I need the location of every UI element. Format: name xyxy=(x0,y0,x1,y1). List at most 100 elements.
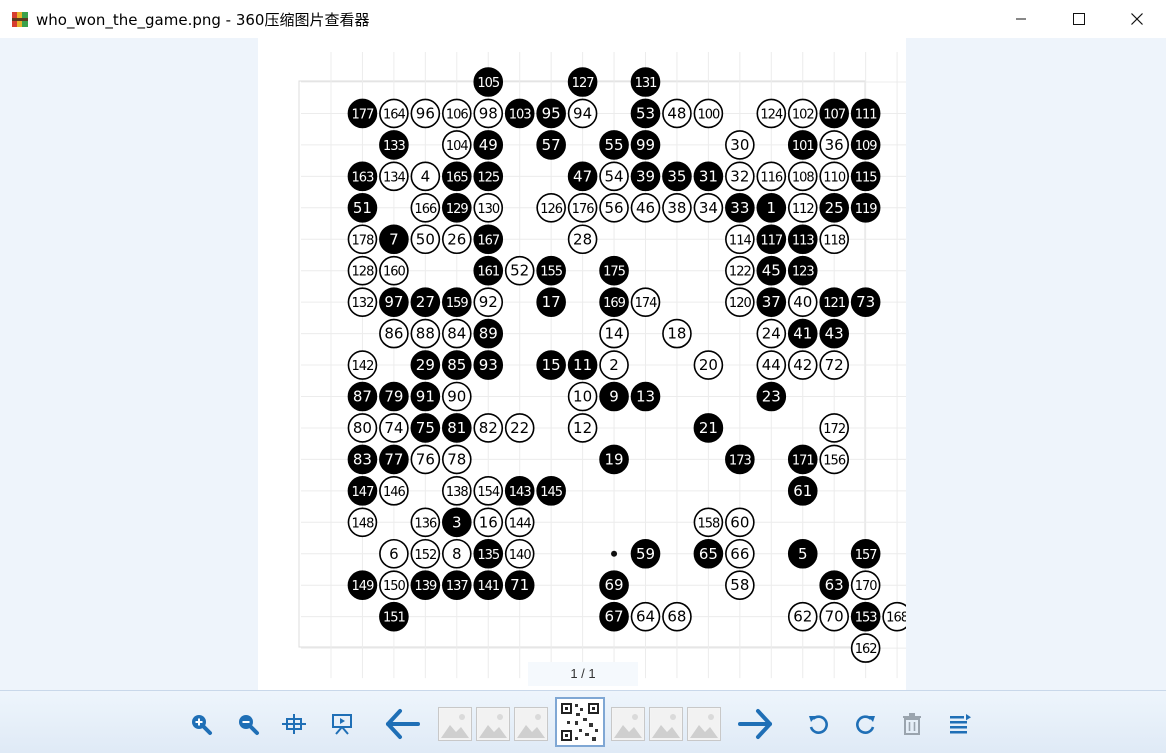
move-number: 107 xyxy=(823,107,846,122)
move-number: 87 xyxy=(353,388,372,406)
black-stone: 89 xyxy=(473,318,504,349)
rotate-left-button[interactable] xyxy=(804,710,832,738)
black-stone: 173 xyxy=(725,444,755,475)
delete-button[interactable] xyxy=(898,710,926,738)
move-number: 82 xyxy=(479,419,498,437)
black-stone: 137 xyxy=(442,570,472,601)
rotate-right-icon xyxy=(856,715,875,734)
white-stone: 92 xyxy=(473,287,504,317)
maximize-icon xyxy=(1073,13,1085,25)
black-stone: 167 xyxy=(473,224,504,255)
zoom-out-button[interactable] xyxy=(234,710,262,738)
thumbnail-3[interactable] xyxy=(514,707,548,741)
thumbnail-5[interactable] xyxy=(611,707,645,741)
move-number: 25 xyxy=(825,199,844,217)
star-point xyxy=(611,550,618,557)
thumbnail-7[interactable] xyxy=(687,707,721,741)
move-number: 1 xyxy=(767,199,777,217)
title-bar: who_won_the_game.png - 360压缩图片查看器 xyxy=(0,0,1166,38)
white-stone: 94 xyxy=(567,98,598,129)
menu-button[interactable] xyxy=(946,710,974,738)
black-stone: 21 xyxy=(693,413,724,443)
move-number: 164 xyxy=(383,107,406,122)
move-number: 3 xyxy=(452,513,462,531)
move-number: 141 xyxy=(477,579,500,594)
black-stone: 83 xyxy=(347,444,378,475)
white-stone: 6 xyxy=(379,538,409,569)
white-stone: 54 xyxy=(599,161,629,192)
previous-icon xyxy=(386,709,420,739)
white-stone: 134 xyxy=(379,161,409,192)
move-number: 62 xyxy=(793,608,812,626)
move-number: 38 xyxy=(667,199,686,217)
white-stone: 20 xyxy=(693,350,724,380)
move-number: 91 xyxy=(416,388,435,406)
rotate-right-button[interactable] xyxy=(852,710,880,738)
move-number: 90 xyxy=(447,388,466,406)
move-number: 143 xyxy=(509,485,532,500)
black-stone: 47 xyxy=(567,161,598,192)
move-number: 27 xyxy=(416,293,435,311)
white-stone: 56 xyxy=(599,193,629,223)
image-placeholder-icon xyxy=(651,709,681,739)
move-number: 161 xyxy=(477,265,500,280)
move-number: 157 xyxy=(855,548,878,563)
move-number: 54 xyxy=(605,167,624,185)
black-stone: 33 xyxy=(725,193,755,223)
black-stone: 81 xyxy=(442,413,472,443)
white-stone: 66 xyxy=(725,538,755,569)
white-stone: 138 xyxy=(442,476,472,506)
black-stone: 5 xyxy=(787,538,818,569)
next-button[interactable] xyxy=(736,704,776,744)
move-number: 10 xyxy=(573,388,592,406)
move-number: 11 xyxy=(573,356,592,374)
window-title: who_won_the_game.png - 360压缩图片查看器 xyxy=(36,11,370,29)
move-number: 53 xyxy=(636,104,655,122)
move-number: 102 xyxy=(792,107,814,122)
close-button[interactable] xyxy=(1108,0,1166,38)
go-board-image: 164 96 106 98 94 48 100 124 102104 30 36134 4 54 32 11… xyxy=(298,52,906,679)
move-number: 78 xyxy=(447,450,466,468)
minimize-button[interactable] xyxy=(992,0,1050,38)
thumbnail-2[interactable] xyxy=(476,707,510,741)
black-stone: 127 xyxy=(567,67,598,97)
thumbnail-1[interactable] xyxy=(438,707,472,741)
thumbnail-current[interactable] xyxy=(555,697,605,747)
move-number: 165 xyxy=(446,170,469,185)
black-stone: 175 xyxy=(599,255,629,286)
move-number: 15 xyxy=(542,356,561,374)
white-stone: 82 xyxy=(473,413,504,443)
black-stone: 85 xyxy=(442,350,472,380)
move-number: 127 xyxy=(572,76,595,91)
move-number: 19 xyxy=(605,450,624,468)
black-stone: 71 xyxy=(504,570,535,601)
minimize-icon xyxy=(1016,18,1026,20)
slideshow-button[interactable] xyxy=(328,710,356,738)
white-stone: 152 xyxy=(410,538,441,569)
black-stone: 25 xyxy=(819,193,850,223)
move-number: 166 xyxy=(414,202,437,217)
white-stone: 114 xyxy=(725,224,755,255)
white-stone: 104 xyxy=(442,130,472,160)
white-stone: 118 xyxy=(819,224,850,255)
white-stone: 24 xyxy=(756,318,787,349)
previous-button[interactable] xyxy=(382,704,422,744)
black-stone: 13 xyxy=(630,381,661,412)
move-number: 155 xyxy=(540,265,563,280)
white-stone: 140 xyxy=(504,538,535,569)
white-stone: 40 xyxy=(787,287,818,317)
move-number: 83 xyxy=(353,450,372,468)
white-stone: 160 xyxy=(379,255,409,286)
white-stone: 108 xyxy=(787,161,818,192)
move-number: 163 xyxy=(352,170,375,185)
fit-window-button[interactable] xyxy=(280,710,308,738)
move-number: 149 xyxy=(352,579,375,594)
maximize-button[interactable] xyxy=(1050,0,1108,38)
white-stone: 22 xyxy=(504,413,535,443)
white-stone: 96 xyxy=(410,98,441,129)
thumbnail-6[interactable] xyxy=(649,707,683,741)
zoom-in-button[interactable] xyxy=(187,710,215,738)
black-stone: 125 xyxy=(473,161,504,192)
move-number: 94 xyxy=(573,104,592,122)
move-number: 49 xyxy=(479,136,498,154)
